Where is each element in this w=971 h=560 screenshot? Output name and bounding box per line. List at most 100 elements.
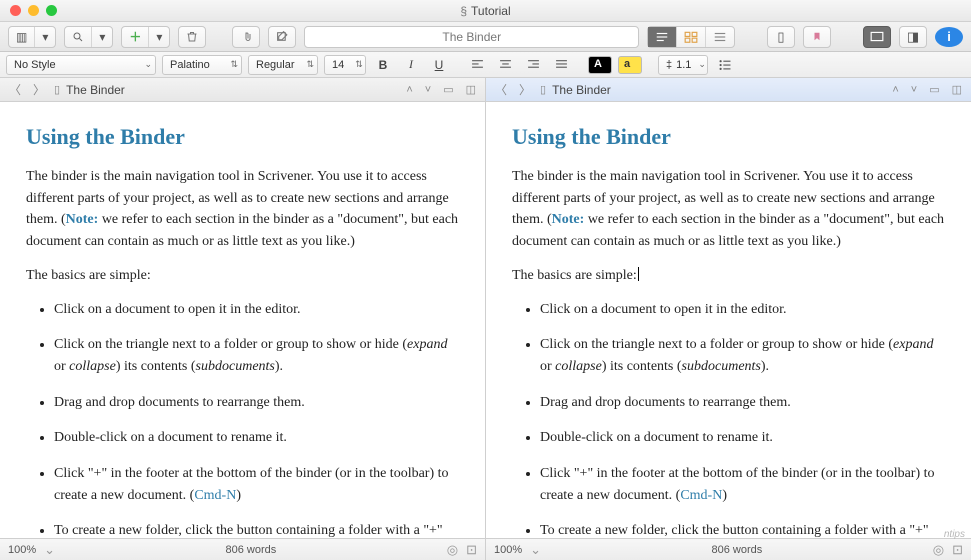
editor-body-right[interactable]: Using the Binder The binder is the main …	[486, 102, 971, 538]
view-mode-segment[interactable]	[647, 26, 735, 48]
search-icon[interactable]	[65, 27, 92, 47]
document-icon: ▯	[540, 83, 546, 96]
size-value: 14	[332, 59, 344, 71]
list-item: Click on a document to open it in the ed…	[540, 299, 945, 321]
style-dropdown[interactable]: No Style ⌄	[6, 55, 156, 75]
nav-forward-button[interactable]: 〉	[516, 81, 534, 98]
doc-basics: The basics are simple:	[26, 265, 459, 287]
size-dropdown[interactable]: 14 ⇅	[324, 55, 366, 75]
snapshot-button[interactable]: ▯	[767, 26, 795, 48]
style-value: No Style	[14, 59, 56, 71]
doc-bullets: Click on a document to open it in the ed…	[26, 299, 459, 538]
target-icon[interactable]: ◎	[933, 542, 944, 558]
weight-dropdown[interactable]: Regular ⇅	[248, 55, 318, 75]
nav-back-button[interactable]: 〈	[492, 81, 510, 98]
search-segment[interactable]: ▾	[64, 26, 113, 48]
add-button[interactable]: ＋	[122, 27, 149, 47]
align-justify-button[interactable]	[550, 55, 572, 75]
split-horizontal-button[interactable]: ▭	[440, 83, 456, 96]
main-toolbar: ▥ ▾ ▾ ＋ ▾ The Binder ▯ ◨	[0, 22, 971, 52]
pane-up-button[interactable]: ˄	[889, 84, 901, 96]
text-color-button[interactable]: A	[588, 56, 612, 74]
bookmark-button[interactable]	[803, 26, 831, 48]
editor-pane-left: 〈 〉 ▯ The Binder ˄ ˅ ▭ ◫ Using the Binde…	[0, 78, 486, 538]
attach-button[interactable]	[232, 26, 260, 48]
comment-icon[interactable]: ⊡	[466, 542, 477, 558]
doc-heading: Using the Binder	[512, 120, 945, 154]
zoom-dropdown-icon[interactable]: ⌄	[530, 542, 541, 558]
compose-button[interactable]	[268, 26, 296, 48]
doc-heading: Using the Binder	[26, 120, 459, 154]
window-controls	[0, 5, 57, 16]
bold-button[interactable]: B	[372, 55, 394, 75]
binder-toggle-icon[interactable]: ▥	[9, 27, 35, 47]
text-cursor	[637, 268, 639, 283]
pane-down-button[interactable]: ˅	[422, 84, 434, 96]
pane-header-left: 〈 〉 ▯ The Binder ˄ ˅ ▭ ◫	[0, 78, 485, 102]
list-item: Click on the triangle next to a folder o…	[54, 334, 459, 377]
list-button[interactable]	[714, 55, 736, 75]
document-icon: ▯	[54, 83, 60, 96]
layout-segment[interactable]: ▥ ▾	[8, 26, 56, 48]
list-item: Click on the triangle next to a folder o…	[540, 334, 945, 377]
word-count[interactable]: 806 words	[63, 544, 439, 556]
list-item: Click on a document to open it in the ed…	[54, 299, 459, 321]
titlebar: Tutorial	[0, 0, 971, 22]
view-cork-icon[interactable]	[677, 27, 706, 47]
doc-intro: The binder is the main navigation tool i…	[26, 166, 459, 253]
font-dropdown[interactable]: Palatino ⇅	[162, 55, 242, 75]
list-item: Click "+" in the footer at the bottom of…	[540, 463, 945, 506]
view-text-icon[interactable]	[648, 27, 677, 47]
italic-button[interactable]: I	[400, 55, 422, 75]
pane-title: The Binder	[66, 83, 397, 97]
doc-bullets: Click on a document to open it in the ed…	[512, 299, 945, 538]
line-spacing-dropdown[interactable]: ‡ 1.1 ⌄	[658, 55, 708, 75]
weight-value: Regular	[256, 59, 295, 71]
status-bar: 100% ⌄ 806 words ◎ ⊡ 100% ⌄ 806 words ◎ …	[0, 538, 971, 560]
minimize-window-button[interactable]	[28, 5, 39, 16]
editor-pane-right: 〈 〉 ▯ The Binder ˄ ˅ ▭ ◫ Using the Binde…	[486, 78, 971, 538]
word-count[interactable]: 806 words	[549, 544, 925, 556]
watermark: ntips	[944, 529, 965, 540]
zoom-level[interactable]: 100%	[494, 544, 522, 556]
pane-title: The Binder	[552, 83, 883, 97]
list-item: Drag and drop documents to rearrange the…	[540, 392, 945, 414]
compose-mode-button[interactable]	[863, 26, 891, 48]
split-vertical-button[interactable]: ◫	[463, 83, 479, 96]
split-horizontal-button[interactable]: ▭	[926, 83, 942, 96]
doc-intro: The binder is the main navigation tool i…	[512, 166, 945, 253]
close-window-button[interactable]	[10, 5, 21, 16]
editor-body-left[interactable]: Using the Binder The binder is the main …	[0, 102, 485, 538]
chevron-updown-icon: ⇅	[230, 59, 238, 70]
list-item: Double-click on a document to rename it.	[54, 427, 459, 449]
chevron-down-icon: ⌄	[144, 59, 152, 70]
trash-button[interactable]	[178, 26, 206, 48]
pane-down-button[interactable]: ˅	[908, 84, 920, 96]
align-right-button[interactable]	[522, 55, 544, 75]
search-dropdown-icon[interactable]: ▾	[92, 27, 112, 47]
view-outline-icon[interactable]	[706, 27, 734, 47]
align-center-button[interactable]	[494, 55, 516, 75]
pane-up-button[interactable]: ˄	[403, 84, 415, 96]
info-button[interactable]: i	[935, 27, 963, 47]
zoom-dropdown-icon[interactable]: ⌄	[44, 542, 55, 558]
maximize-window-button[interactable]	[46, 5, 57, 16]
add-segment[interactable]: ＋ ▾	[121, 26, 170, 48]
comment-icon[interactable]: ⊡	[952, 542, 963, 558]
pane-header-right: 〈 〉 ▯ The Binder ˄ ˅ ▭ ◫	[486, 78, 971, 102]
status-right: 100% ⌄ 806 words ◎ ⊡	[486, 539, 971, 560]
add-dropdown-icon[interactable]: ▾	[149, 27, 169, 47]
inspector-toggle-button[interactable]: ◨	[899, 26, 927, 48]
highlight-color-button[interactable]: a	[618, 56, 642, 74]
align-left-button[interactable]	[466, 55, 488, 75]
nav-back-button[interactable]: 〈	[6, 81, 24, 98]
line-spacing-icon: ‡	[666, 59, 672, 71]
split-vertical-button[interactable]: ◫	[949, 83, 965, 96]
document-title-field[interactable]: The Binder	[304, 26, 639, 48]
collections-toggle-icon[interactable]: ▾	[35, 27, 55, 47]
zoom-level[interactable]: 100%	[8, 544, 36, 556]
underline-button[interactable]: U	[428, 55, 450, 75]
target-icon[interactable]: ◎	[447, 542, 458, 558]
nav-forward-button[interactable]: 〉	[30, 81, 48, 98]
chevron-updown-icon: ⇅	[355, 59, 363, 70]
